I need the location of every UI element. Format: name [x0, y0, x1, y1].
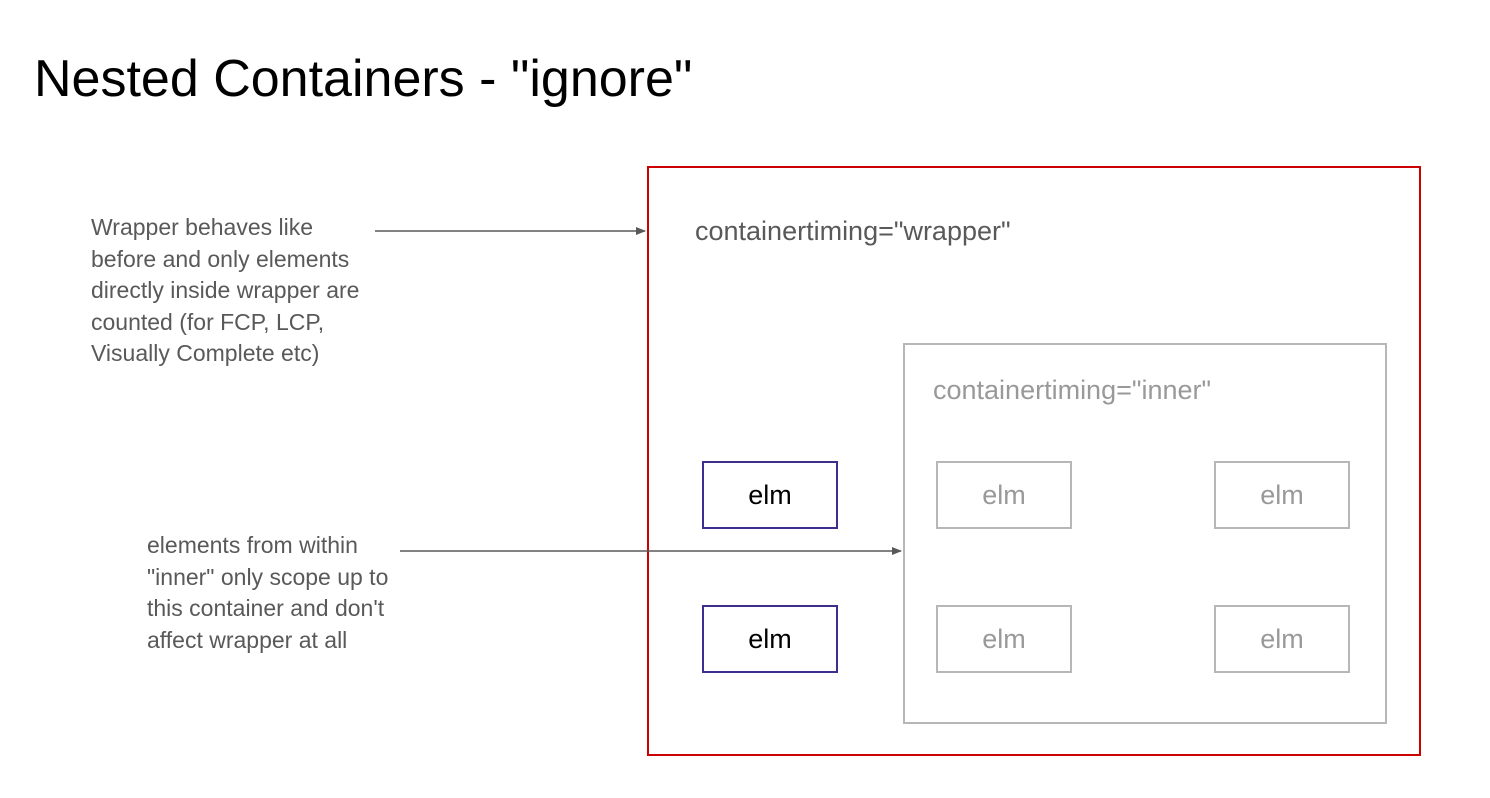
annotation-arrows [375, 227, 902, 555]
